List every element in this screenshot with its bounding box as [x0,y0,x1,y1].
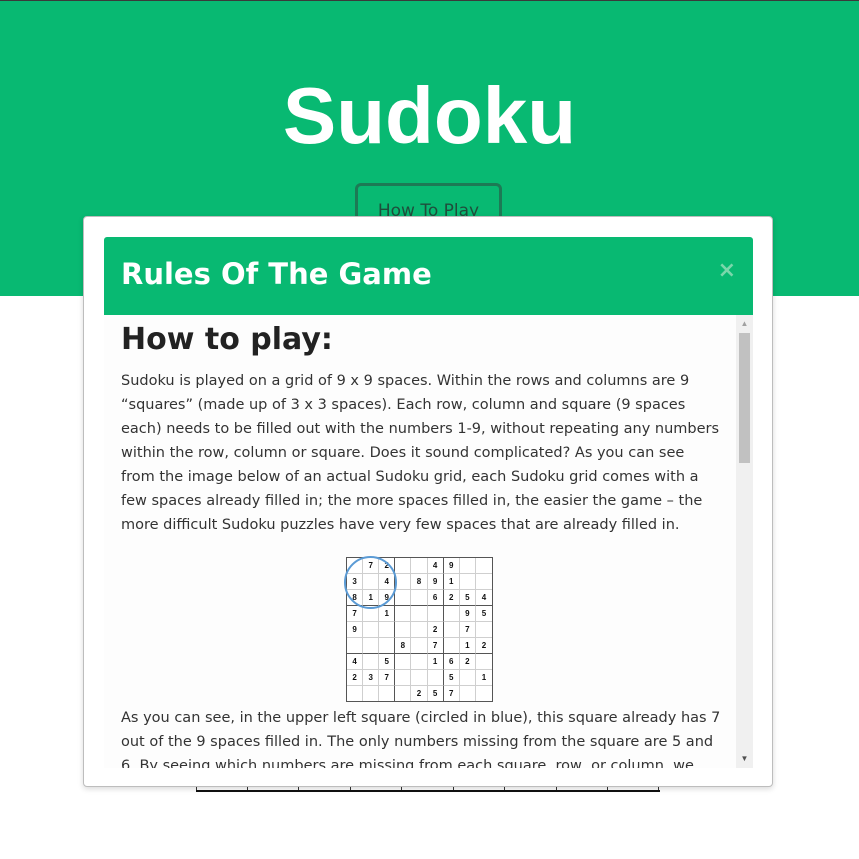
grid-cell [363,686,380,701]
grid-cell: 7 [427,638,444,654]
grid-cell: 3 [363,670,380,686]
grid-cell [395,654,412,670]
grid-cell: 6 [427,590,444,606]
grid-cell [379,622,396,638]
grid-cell: 9 [443,558,460,574]
grid-cell [459,558,476,574]
grid-cell [475,558,492,574]
grid-cell [427,606,444,622]
grid-cell [459,670,476,686]
rules-paragraph-example: As you can see, in the upper left square… [121,710,721,768]
grid-cell [427,670,444,686]
grid-cell: 9 [347,622,364,638]
grid-cell [395,606,412,622]
rules-content: How to play: Sudoku is played on a grid … [121,321,721,768]
grid-cell [475,574,492,590]
grid-cell [395,574,412,590]
rules-heading: How to play: [121,322,333,357]
modal-header: Rules Of The Game × [104,237,753,315]
close-icon[interactable]: × [718,259,736,283]
grid-cell: 2 [459,654,476,670]
grid-cell: 1 [427,654,444,670]
grid-cell: 8 [395,638,412,654]
grid-cell: 5 [428,686,444,701]
grid-cell: 8 [411,574,428,590]
grid-cell [443,606,460,622]
grid-cell [379,686,396,701]
grid-cell: 5 [443,670,460,686]
grid-cell [443,622,460,638]
grid-cell [363,622,380,638]
grid-cell: 2 [347,670,364,686]
chevron-down-icon[interactable]: ▼ [736,753,753,765]
grid-cell [363,638,380,654]
grid-cell: 9 [427,574,444,590]
grid-cell: 2 [443,590,460,606]
grid-cell [379,638,396,654]
grid-cell: 5 [379,654,396,670]
chevron-up-icon[interactable]: ▲ [736,318,753,330]
highlight-circle [344,556,397,609]
grid-cell: 5 [459,590,476,606]
example-sudoku-image: 7249348918196254719592787124516223751257 [344,556,493,702]
grid-cell [411,638,428,654]
grid-cell [347,638,364,654]
grid-cell: 1 [443,574,460,590]
grid-cell [395,622,412,638]
grid-cell: 7 [459,622,476,638]
grid-cell [395,558,412,574]
grid-cell [363,654,380,670]
grid-cell: 4 [475,590,492,606]
scrollbar-thumb[interactable] [739,333,750,463]
grid-cell [475,622,492,638]
grid-cell: 6 [443,654,460,670]
grid-cell: 1 [475,670,492,686]
grid-cell [411,654,428,670]
grid-cell [395,590,412,606]
grid-cell: 5 [475,606,492,622]
grid-cell [411,622,428,638]
grid-cell: 2 [411,686,428,701]
grid-cell: 4 [427,558,444,574]
grid-cell [411,558,428,574]
grid-cell: 2 [475,638,492,654]
grid-cell [411,670,428,686]
grid-cell: 2 [427,622,444,638]
grid-cell: 4 [347,654,364,670]
grid-cell [395,686,412,701]
grid-cell: 1 [459,638,476,654]
grid-cell [411,590,428,606]
grid-cell [443,638,460,654]
grid-cell [347,686,364,701]
grid-cell: 1 [379,606,396,622]
grid-cell: 7 [379,670,396,686]
grid-cell [411,606,428,622]
grid-cell: 9 [459,606,476,622]
rules-modal: Rules Of The Game × How to play: Sudoku … [83,216,773,787]
page-title: Sudoku [282,71,577,160]
modal-body[interactable]: How to play: Sudoku is played on a grid … [104,315,753,768]
rules-paragraph-intro: Sudoku is played on a grid of 9 x 9 spac… [121,373,720,533]
grid-cell: 7 [444,686,460,701]
grid-cell [395,670,412,686]
grid-cell: 7 [347,606,364,622]
grid-cell [475,654,492,670]
grid-cell [460,686,476,701]
modal-title: Rules Of The Game [121,257,432,291]
grid-cell [459,574,476,590]
grid-cell [476,686,492,701]
modal-scrollbar[interactable]: ▲ ▼ [736,315,753,768]
